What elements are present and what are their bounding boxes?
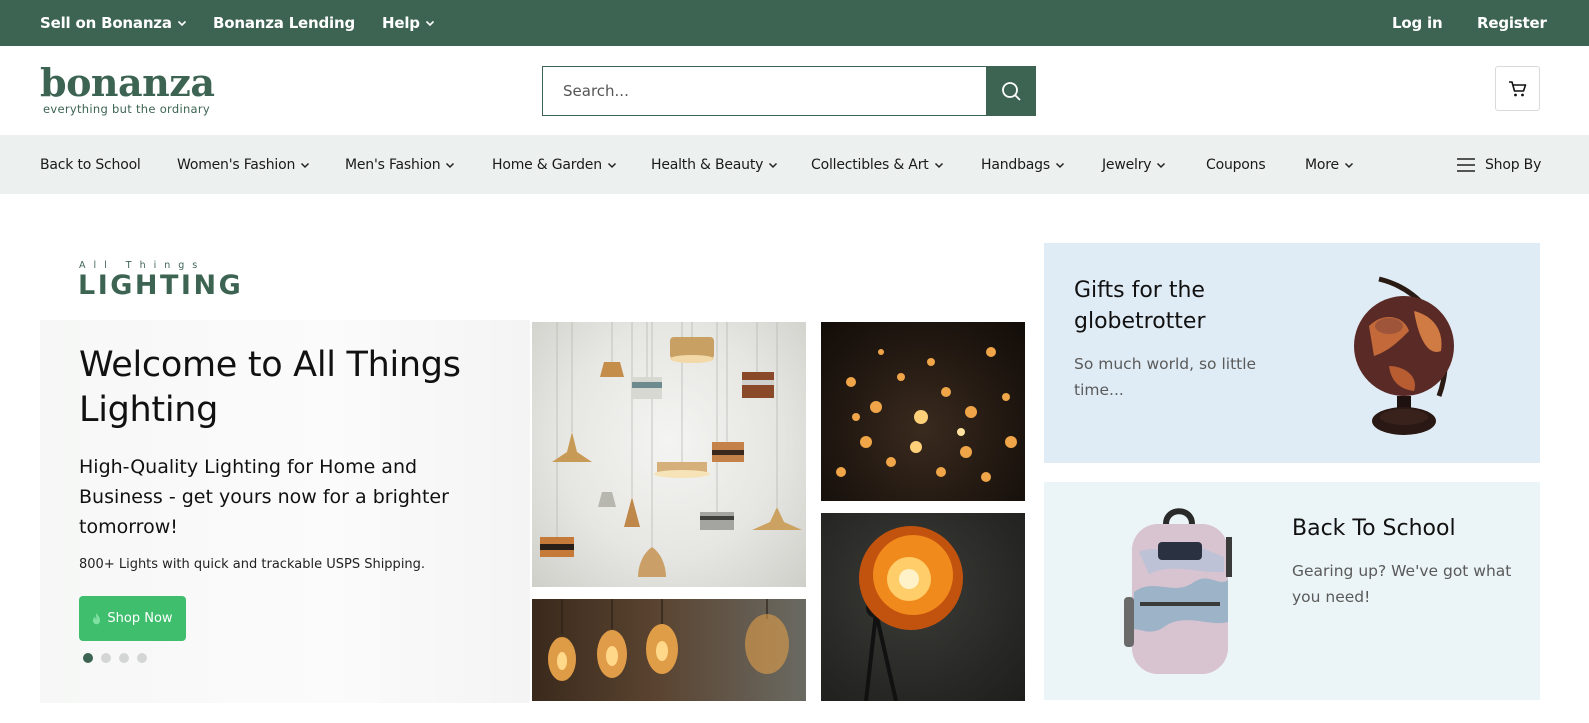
chevron-down-icon — [1157, 162, 1166, 168]
nav-coupons[interactable]: Coupons — [1206, 135, 1266, 194]
register-label: Register — [1477, 14, 1547, 32]
hero-subtitle: High-Quality Lighting for Home and Busin… — [79, 456, 449, 538]
carousel-dot-3[interactable] — [119, 653, 129, 663]
nav-label: Home & Garden — [492, 156, 602, 173]
shop-by-menu[interactable]: Shop By — [1457, 135, 1541, 194]
shop-by-label: Shop By — [1485, 156, 1542, 173]
nav-label: Men's Fashion — [345, 156, 441, 173]
nav-handbags[interactable]: Handbags — [981, 135, 1065, 194]
brand-logo-main-text: LIGHTING — [78, 270, 244, 301]
chevron-down-icon — [769, 162, 778, 168]
nav-label: Jewelry — [1102, 156, 1152, 173]
sell-on-bonanza-menu[interactable]: Sell on Bonanza — [40, 0, 187, 46]
category-nav: Back to School Women's Fashion Men's Fas… — [0, 135, 1589, 194]
pendant-lights-photo — [532, 322, 806, 587]
promo-text: Gearing up? We've got what you need! — [1292, 562, 1512, 606]
nav-home-garden[interactable]: Home & Garden — [492, 135, 617, 194]
promo-text: So much world, so little time... — [1074, 355, 1257, 399]
chevron-down-icon — [1344, 162, 1353, 168]
login-label: Log in — [1392, 14, 1443, 32]
hero-shipping-note: 800+ Lights with quick and trackable USP… — [79, 557, 426, 572]
all-things-lighting-logo: All Things LIGHTING — [78, 260, 241, 305]
cart-button[interactable] — [1495, 66, 1540, 111]
nav-back-to-school[interactable]: Back to School — [40, 135, 141, 194]
chevron-down-icon — [1055, 162, 1064, 168]
cart-icon — [1508, 80, 1526, 96]
nav-label: Women's Fashion — [177, 156, 296, 173]
nav-womens-fashion[interactable]: Women's Fashion — [177, 135, 310, 194]
sell-on-bonanza-label: Sell on Bonanza — [40, 14, 172, 32]
promo-card-globetrotter[interactable]: Gifts for the globetrotter So much world… — [1044, 243, 1540, 463]
carousel-dot-2[interactable] — [101, 653, 111, 663]
bonanza-lending-link[interactable]: Bonanza Lending — [213, 0, 355, 46]
search-input[interactable] — [542, 66, 987, 116]
nav-jewelry[interactable]: Jewelry — [1102, 135, 1166, 194]
nav-label: Health & Beauty — [651, 156, 764, 173]
hamburger-menu-icon — [1457, 157, 1475, 172]
promo-title: Gifts for the globetrotter — [1074, 278, 1206, 334]
nav-more[interactable]: More — [1305, 135, 1354, 194]
carousel-dot-1[interactable] — [83, 653, 93, 663]
site-header: bonanza everything but the ordinary — [0, 46, 1589, 135]
hanging-bulbs-photo — [821, 322, 1025, 501]
logo-tagline: everything but the ordinary — [43, 102, 211, 116]
login-link[interactable]: Log in — [1392, 0, 1443, 46]
chevron-down-icon — [425, 20, 434, 27]
chevron-down-icon — [177, 20, 186, 27]
chevron-down-icon — [301, 162, 310, 168]
help-label: Help — [382, 14, 420, 32]
logo-wordmark: bonanza — [40, 60, 215, 105]
nav-label: More — [1305, 156, 1339, 173]
carousel-dot-4[interactable] — [137, 653, 147, 663]
nav-label: Collectibles & Art — [811, 156, 929, 173]
nav-label: Coupons — [1206, 156, 1266, 173]
nav-collectibles-art[interactable]: Collectibles & Art — [811, 135, 944, 194]
promo-title: Back To School — [1292, 516, 1456, 541]
help-menu[interactable]: Help — [382, 0, 435, 46]
edison-bulbs-photo — [532, 599, 806, 701]
bonanza-logo[interactable]: bonanza everything but the ordinary — [40, 64, 220, 120]
search-button[interactable] — [986, 66, 1036, 116]
flame-icon — [93, 613, 101, 625]
nav-health-beauty[interactable]: Health & Beauty — [651, 135, 778, 194]
nav-label: Handbags — [981, 156, 1050, 173]
top-bar: Sell on Bonanza Bonanza Lending Help Log… — [0, 0, 1589, 46]
shop-now-button[interactable]: Shop Now — [79, 596, 186, 641]
carousel-dots — [83, 653, 147, 663]
nav-mens-fashion[interactable]: Men's Fashion — [345, 135, 455, 194]
globe-image — [1354, 276, 1454, 435]
register-link[interactable]: Register — [1477, 0, 1547, 46]
backpack-image — [1124, 508, 1232, 674]
chevron-down-icon — [934, 162, 943, 168]
orange-lamp-photo — [821, 513, 1025, 701]
chevron-down-icon — [446, 162, 455, 168]
nav-label: Back to School — [40, 156, 141, 173]
chevron-down-icon — [607, 162, 616, 168]
bonanza-lending-label: Bonanza Lending — [213, 14, 355, 32]
search-icon — [1002, 82, 1021, 101]
hero-carousel[interactable]: All Things LIGHTING Welcome to All Thing… — [40, 245, 1025, 703]
shop-now-label: Shop Now — [107, 611, 173, 626]
hero-title: Welcome to All Things Lighting — [79, 345, 461, 430]
promo-card-back-to-school[interactable]: Back To School Gearing up? We've got wha… — [1044, 482, 1540, 700]
